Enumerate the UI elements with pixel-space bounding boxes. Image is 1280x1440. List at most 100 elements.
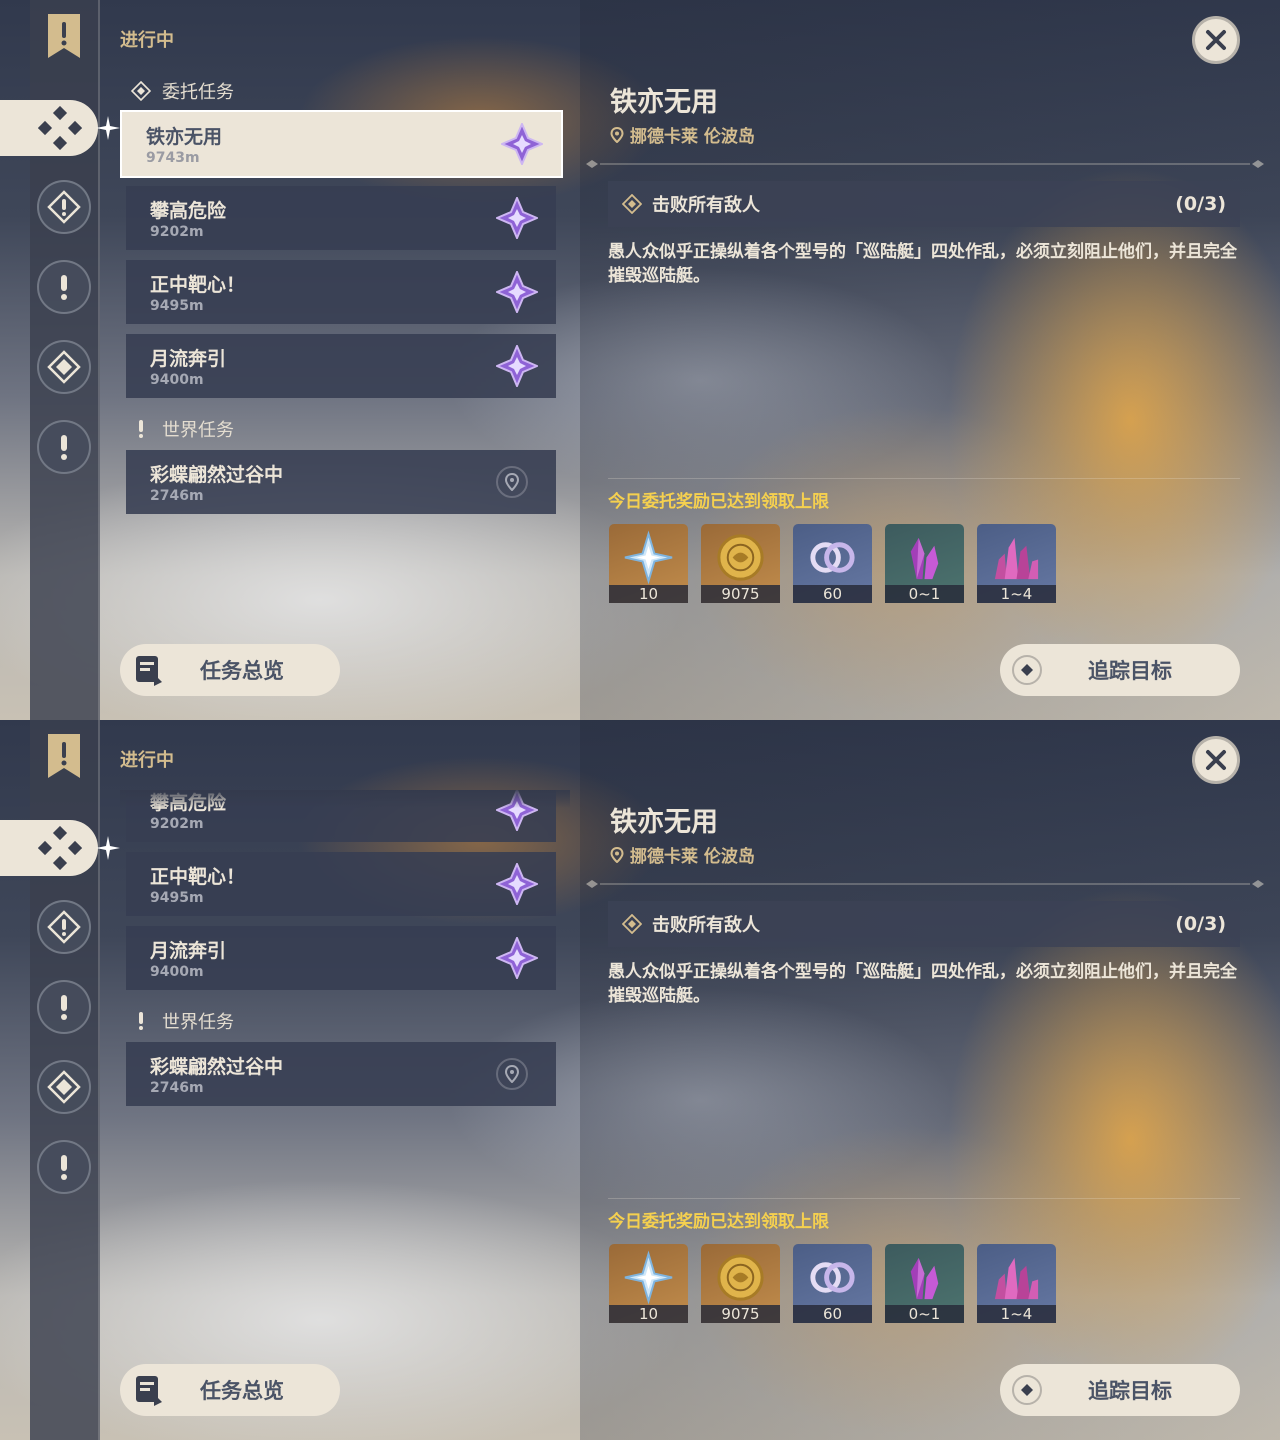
- rail-archon-tab[interactable]: [37, 180, 91, 234]
- quest-title: 正中靶心！: [150, 274, 246, 296]
- quest-overview-button[interactable]: 任务总览: [120, 644, 340, 696]
- quest-title: 彩蝶翩然过谷中: [150, 464, 284, 486]
- reward-amount: 0~1: [885, 1305, 964, 1323]
- rail-event-tab[interactable]: [37, 1060, 91, 1114]
- reward-item[interactable]: 9075: [701, 524, 780, 603]
- quest-item[interactable]: 月流奔引 9400m: [126, 926, 556, 990]
- reward-item[interactable]: 1~4: [977, 524, 1056, 603]
- reward-item[interactable]: 1~4: [977, 1244, 1056, 1323]
- quest-book-icon: [136, 1376, 162, 1406]
- section-label: 进行中: [120, 30, 174, 51]
- ornament-divider: [586, 160, 1264, 168]
- exclamation-icon: [61, 435, 67, 460]
- bookmark-icon[interactable]: [46, 12, 82, 60]
- exclamation-icon: [61, 275, 67, 300]
- rail-commission-tab[interactable]: [0, 820, 98, 876]
- reward-amount: 60: [793, 1305, 872, 1323]
- quest-description: 愚人众似乎正操纵着各个型号的「巡陆艇」四处作乱，必须立刻阻止他们，并且完全摧毁巡…: [608, 962, 1237, 1006]
- purple-star-icon: [496, 863, 538, 905]
- rail-commission-tab[interactable]: [0, 100, 98, 156]
- quest-distance: 2746m: [150, 1080, 204, 1096]
- location-text: 挪德卡莱 伦波岛: [630, 847, 755, 867]
- rail-world-tab[interactable]: [37, 260, 91, 314]
- track-target-button[interactable]: 追踪目标: [1000, 1364, 1240, 1416]
- quest-distance: 9400m: [150, 964, 204, 980]
- sparkle-icon: [96, 836, 120, 860]
- map-pin-icon: [496, 1058, 528, 1090]
- reward-item[interactable]: 0~1: [885, 524, 964, 603]
- quest-item[interactable]: 月流奔引 9400m: [126, 334, 556, 398]
- quest-list[interactable]: 攀高危险 9202m 正中靶心！ 9495m 月流奔引 9400m 世界任务 彩…: [120, 790, 570, 1250]
- rail-world-tab[interactable]: [37, 980, 91, 1034]
- quest-item[interactable]: 正中靶心！ 9495m: [126, 852, 556, 916]
- reward-amount: 10: [609, 585, 688, 603]
- quest-location: 挪德卡莱 伦波岛: [610, 842, 755, 867]
- quest-item[interactable]: 攀高危险 9202m: [126, 186, 556, 250]
- archon-quest-icon: [47, 910, 81, 944]
- map-pin-icon: [496, 466, 528, 498]
- category-label: 委托任务: [162, 82, 234, 103]
- close-button[interactable]: [1192, 736, 1240, 784]
- reward-item[interactable]: 60: [793, 1244, 872, 1323]
- primogem-icon: [624, 530, 673, 585]
- category-label: 世界任务: [162, 420, 234, 441]
- close-icon: [1206, 750, 1226, 770]
- overview-label: 任务总览: [200, 1379, 284, 1403]
- rail-event-tab[interactable]: [37, 340, 91, 394]
- rail-archon-tab[interactable]: [37, 900, 91, 954]
- quest-detail-title: 铁亦无用: [610, 807, 718, 838]
- track-target-button[interactable]: 追踪目标: [1000, 644, 1240, 696]
- quest-distance: 9400m: [150, 372, 204, 388]
- reward-amount: 1~4: [977, 585, 1056, 603]
- quest-title: 月流奔引: [150, 940, 227, 962]
- category-label: 世界任务: [162, 1012, 234, 1033]
- reward-amount: 1~4: [977, 1305, 1056, 1323]
- quest-distance: 9743m: [146, 150, 200, 166]
- rail-misc-tab[interactable]: [37, 420, 91, 474]
- quest-detail-title: 铁亦无用: [610, 87, 718, 118]
- purple-crystal-icon: [910, 537, 939, 580]
- track-label: 追踪目标: [1088, 1379, 1172, 1403]
- quest-panel-1: 进行中 委托任务 铁亦无用 9743m 攀高危险 9202m 正中靶心！ 949…: [0, 0, 1280, 720]
- category-world: 世界任务: [130, 414, 234, 444]
- quest-title: 铁亦无用: [146, 126, 223, 148]
- reward-item[interactable]: 10: [609, 524, 688, 603]
- quest-distance: 9202m: [150, 816, 204, 832]
- quest-overview-button[interactable]: 任务总览: [120, 1364, 340, 1416]
- bookmark-icon[interactable]: [46, 732, 82, 780]
- purple-star-icon: [496, 937, 538, 979]
- reward-list: 10 9075 60 0~1 1~4: [609, 524, 1056, 603]
- quest-item[interactable]: 彩蝶翩然过谷中 2746m: [126, 450, 556, 514]
- quest-list[interactable]: 委托任务 铁亦无用 9743m 攀高危险 9202m 正中靶心！ 9495m 月…: [120, 70, 570, 530]
- quest-item[interactable]: 正中靶心！ 9495m: [126, 260, 556, 324]
- companionship-exp-icon: [810, 542, 855, 573]
- reward-limit-note: 今日委托奖励已达到领取上限: [608, 1212, 829, 1232]
- objective-row: 击败所有敌人 (0/3): [608, 901, 1240, 947]
- reward-item[interactable]: 0~1: [885, 1244, 964, 1323]
- purple-crystal-cluster-icon: [994, 537, 1039, 580]
- quest-title: 正中靶心！: [150, 866, 246, 888]
- reward-amount: 10: [609, 1305, 688, 1323]
- overview-label: 任务总览: [200, 659, 284, 683]
- reward-amount: 60: [793, 585, 872, 603]
- exclamation-icon: [139, 1012, 143, 1030]
- category-commission: 委托任务: [130, 76, 234, 106]
- quest-item[interactable]: 彩蝶翩然过谷中 2746m: [126, 1042, 556, 1106]
- section-label: 进行中: [120, 750, 174, 771]
- reward-item[interactable]: 9075: [701, 1244, 780, 1323]
- quest-item[interactable]: 铁亦无用 9743m: [120, 110, 563, 178]
- location-text: 挪德卡莱 伦波岛: [630, 127, 755, 147]
- objective-count: (0/3): [1175, 913, 1226, 935]
- divider: [608, 1198, 1240, 1199]
- commission-diamond-icon: [38, 826, 82, 870]
- rail-misc-tab[interactable]: [37, 1140, 91, 1194]
- reward-item[interactable]: 60: [793, 524, 872, 603]
- commission-diamond-icon: [131, 81, 151, 101]
- exclamation-icon: [61, 995, 67, 1020]
- close-button[interactable]: [1192, 16, 1240, 64]
- reward-item[interactable]: 10: [609, 1244, 688, 1323]
- quest-distance: 9495m: [150, 298, 204, 314]
- quest-panel-2: 进行中 攀高危险 9202m 正中靶心！ 9495m 月流奔引 9400m 世界…: [0, 720, 1280, 1440]
- archon-quest-icon: [47, 190, 81, 224]
- event-diamond-icon: [47, 350, 81, 384]
